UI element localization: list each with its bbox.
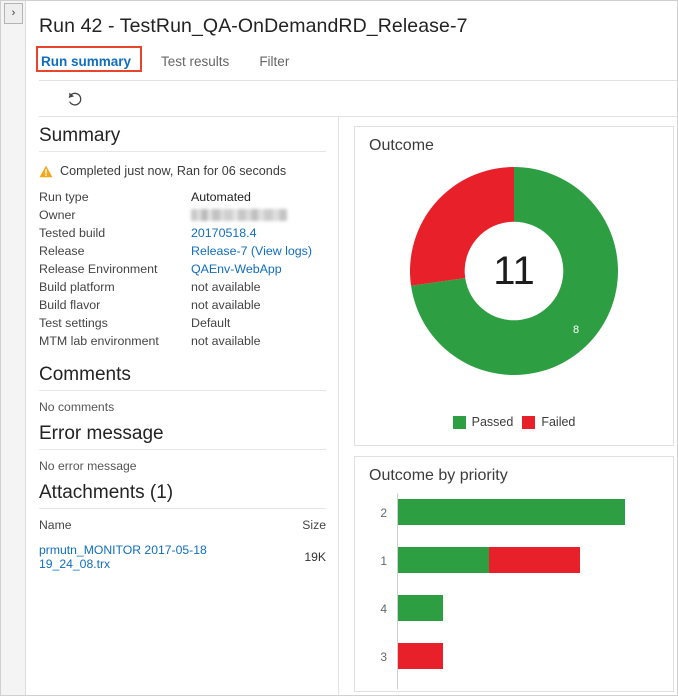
field-value: not available	[191, 280, 261, 294]
warning-icon	[39, 165, 53, 178]
outcome-card: Outcome 11 3 8 Passed Failed	[354, 126, 674, 446]
bar-track	[398, 643, 444, 669]
bar-row-priority-2: 2	[355, 493, 673, 539]
legend-item-failed[interactable]: Failed	[522, 415, 575, 429]
priority-card-title: Outcome by priority	[369, 467, 508, 484]
tab-test-results[interactable]: Test results	[159, 51, 231, 72]
bar-segment-passed[interactable]	[398, 595, 444, 621]
field-label: Build flavor	[39, 298, 101, 312]
comments-text: No comments	[39, 400, 115, 414]
main-content: Run 42 - TestRun_QA-OnDemandRD_Release-7…	[27, 1, 677, 695]
field-build-platform: Build platform not available	[39, 278, 338, 296]
table-header-row: Name Size	[39, 515, 326, 537]
content-area: Summary Completed just now, Ran for 06 s…	[27, 117, 677, 695]
attachment-link[interactable]: prmutn_MONITOR 2017-05-18 19_24_08.trx	[39, 543, 207, 571]
legend-swatch-failed	[522, 415, 536, 429]
column-header-name: Name	[39, 518, 72, 532]
tab-run-summary[interactable]: Run summary	[39, 51, 133, 72]
page-title: Run 42 - TestRun_QA-OnDemandRD_Release-7	[39, 15, 468, 37]
charts-panel: Outcome 11 3 8 Passed Failed Outcome by …	[339, 117, 677, 695]
release-link[interactable]: Release-7 (View logs)	[191, 242, 312, 260]
field-label: Release Environment	[39, 262, 158, 276]
left-rail: ›	[1, 1, 26, 695]
comments-heading: Comments	[39, 364, 131, 385]
error-message-heading: Error message	[39, 423, 164, 444]
tab-filter[interactable]: Filter	[257, 51, 291, 72]
field-label: Build platform	[39, 280, 115, 294]
bar-segment-passed[interactable]	[398, 499, 625, 525]
field-label: MTM lab environment	[39, 334, 159, 348]
field-test-settings: Test settings Default	[39, 314, 338, 332]
attachments-heading-rule	[39, 508, 326, 509]
legend-label-failed: Failed	[541, 415, 576, 429]
bar-row-priority-3: 3	[355, 637, 673, 683]
legend-swatch-passed	[452, 415, 466, 429]
column-header-size: Size	[302, 518, 326, 532]
field-value: Default	[191, 316, 231, 330]
attachments-table: Name Size prmutn_MONITOR 2017-05-18 19_2…	[39, 515, 326, 571]
legend-label-passed: Passed	[471, 415, 514, 429]
run-status-line: Completed just now, Ran for 06 seconds	[27, 152, 338, 188]
bar-category-label: 3	[380, 650, 387, 664]
summary-panel: Summary Completed just now, Ran for 06 s…	[27, 117, 338, 695]
error-message-text: No error message	[39, 459, 137, 473]
field-label: Run type	[39, 190, 89, 204]
bar-category-label: 1	[380, 554, 387, 568]
bar-segment-failed[interactable]	[398, 643, 444, 669]
run-status-text: Completed just now, Ran for 06 seconds	[60, 164, 287, 178]
attachment-name-cell: prmutn_MONITOR 2017-05-18 19_24_08.trx	[39, 537, 280, 571]
field-label: Tested build	[39, 226, 106, 240]
outcome-donut-chart: 11 3 8	[355, 155, 673, 387]
field-build-flavor: Build flavor not available	[39, 296, 338, 314]
field-label: Release	[39, 244, 85, 258]
bar-category-label: 4	[380, 602, 387, 616]
field-mtm-lab-environment: MTM lab environment not available	[39, 332, 338, 350]
priority-bar-chart: 2 1 4 3	[355, 487, 673, 691]
test-run-summary-window: › Run 42 - TestRun_QA-OnDemandRD_Release…	[0, 0, 678, 696]
toolbar	[39, 81, 677, 116]
bar-track	[398, 499, 625, 525]
field-run-type: Run type Automated	[39, 188, 338, 206]
field-release: Release Release-7 (View logs)	[39, 242, 338, 260]
legend-item-passed[interactable]: Passed	[452, 415, 514, 429]
field-owner: Owner	[39, 206, 338, 224]
attachments-heading: Attachments (1)	[39, 482, 174, 503]
bar-track	[398, 595, 444, 621]
expand-sidebar-button[interactable]: ›	[4, 3, 23, 24]
field-tested-build: Tested build 20170518.4	[39, 224, 338, 242]
field-value: Automated	[191, 190, 251, 204]
field-label: Owner	[39, 208, 76, 222]
field-value: not available	[191, 298, 261, 312]
tested-build-link[interactable]: 20170518.4	[191, 224, 256, 242]
attachment-size-cell: 19K	[304, 550, 326, 564]
bar-segment-passed[interactable]	[398, 547, 489, 573]
bar-row-priority-1: 1	[355, 541, 673, 587]
summary-heading: Summary	[39, 125, 121, 146]
refresh-icon[interactable]	[65, 89, 85, 109]
summary-fields: Run type Automated Owner Tested build 20…	[27, 188, 338, 350]
bar-row-priority-4: 4	[355, 589, 673, 635]
field-release-environment: Release Environment QAEnv-WebApp	[39, 260, 338, 278]
bar-category-label: 2	[380, 506, 387, 520]
tab-bar: Run summary Test results Filter	[39, 51, 317, 79]
field-label: Test settings	[39, 316, 108, 330]
release-environment-link[interactable]: QAEnv-WebApp	[191, 260, 282, 278]
bar-track	[398, 547, 580, 573]
donut-slice-failed	[410, 167, 514, 286]
outcome-card-title: Outcome	[369, 137, 434, 154]
bar-segment-failed[interactable]	[488, 547, 580, 573]
table-row: prmutn_MONITOR 2017-05-18 19_24_08.trx 1…	[39, 537, 326, 571]
outcome-by-priority-card: Outcome by priority 2 1 4 3	[354, 456, 674, 692]
field-value-redacted	[191, 209, 287, 221]
field-value: not available	[191, 334, 261, 348]
outcome-legend: Passed Failed	[355, 415, 673, 429]
